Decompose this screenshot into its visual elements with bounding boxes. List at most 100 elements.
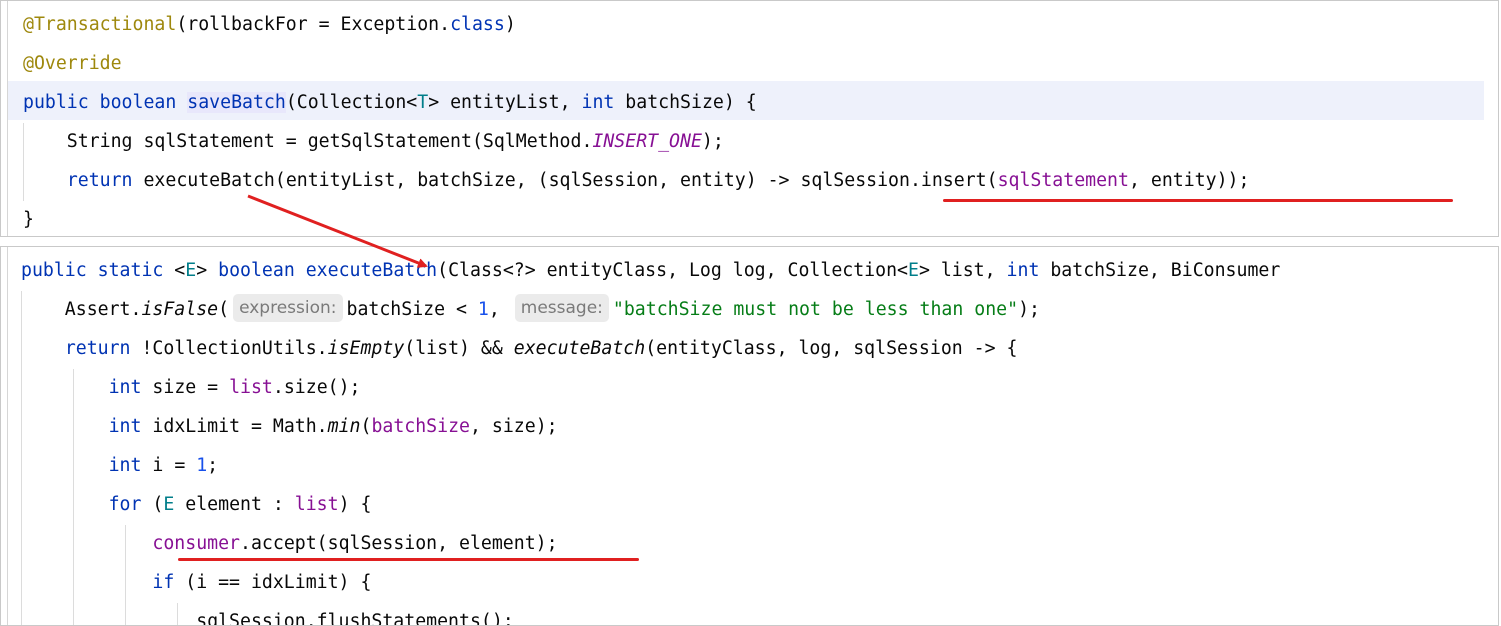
code-line: String sqlStatement = getSqlStatement(Sq…: [23, 122, 724, 161]
code-token: min: [327, 416, 361, 437]
code-token: idxLimit = Math.: [141, 416, 328, 437]
code-token: , entity));: [1128, 170, 1250, 191]
parameter-hint: expression:: [233, 294, 343, 322]
code-token: batchSize: [371, 416, 470, 437]
code-token: i =: [141, 455, 197, 476]
code-token: T: [417, 92, 429, 113]
code-token: saveBatch: [187, 92, 286, 113]
underline-annotation: [943, 199, 1453, 202]
code-token: }: [23, 209, 34, 230]
code-line: int size = list.size();: [21, 368, 361, 407]
gutter-edge: [7, 247, 8, 625]
code-token: > list,: [918, 260, 1007, 281]
code-token: E: [185, 260, 197, 281]
code-token: batchSize) {: [614, 92, 757, 113]
code-token: @Override: [23, 53, 122, 74]
code-token: (i == idxLimit) {: [174, 572, 372, 593]
indent-guide: [23, 123, 24, 201]
code-token: 1: [196, 455, 208, 476]
code-token: list: [229, 377, 273, 398]
code-token: "batchSize must not be less than one": [612, 299, 1019, 320]
code-line: return !CollectionUtils.isEmpty(list) &&…: [21, 329, 1018, 368]
code-token: ): [504, 14, 516, 35]
code-line: Assert.isFalse(expression: batchSize < 1,…: [21, 290, 1040, 329]
code-token: if: [152, 572, 175, 593]
code-token: > entityList,: [428, 92, 582, 113]
code-token: executeBatch(entityList, batchSize, (sql…: [132, 170, 998, 191]
indent-guide: [177, 603, 178, 625]
code-token: sqlSession.flushStatements();: [21, 611, 514, 626]
code-token: public: [23, 92, 89, 113]
code-token: Assert.: [21, 299, 142, 320]
code-token: batchSize, BiConsumer: [1039, 260, 1281, 281]
code-token: int: [108, 377, 142, 398]
code-token: for: [108, 494, 142, 515]
code-token: int: [108, 455, 142, 476]
code-token: ,: [488, 299, 511, 320]
code-token: E: [163, 494, 175, 515]
code-token: consumer: [152, 533, 241, 554]
code-token: executeBatch: [305, 260, 438, 281]
code-token: 1: [477, 299, 489, 320]
code-panel-savebatch: @Transactional(rollbackFor = Exception.c…: [0, 0, 1499, 237]
code-token: public: [21, 260, 87, 281]
code-token: (rollbackFor = Exception.: [176, 14, 451, 35]
code-token: isEmpty: [327, 338, 405, 359]
code-panel-executebatch: public static <E> boolean executeBatch(C…: [0, 246, 1499, 626]
code-token: INSERT_ONE: [592, 131, 702, 152]
underline-annotation: [178, 558, 639, 561]
code-token: int: [1006, 260, 1040, 281]
code-token: (: [218, 299, 230, 320]
code-token: (list) &&: [404, 338, 514, 359]
code-line: public static <E> boolean executeBatch(C…: [21, 251, 1280, 290]
code-token: int: [581, 92, 615, 113]
parameter-hint: message:: [514, 294, 609, 322]
code-token: (: [141, 494, 164, 515]
code-token: >: [196, 260, 219, 281]
code-token: .size();: [272, 377, 361, 398]
code-token: (Class<?> entityClass, Log log, Collecti…: [437, 260, 908, 281]
code-line: return executeBatch(entityList, batchSiz…: [23, 161, 1250, 200]
code-token: executeBatch: [513, 338, 646, 359]
indent-guide: [73, 369, 74, 625]
code-token: batchSize <: [346, 299, 478, 320]
code-line: @Override: [23, 44, 122, 83]
code-line: int i = 1;: [21, 446, 219, 485]
code-token: !CollectionUtils.: [130, 338, 328, 359]
code-token: ;: [207, 455, 219, 476]
code-token: element :: [174, 494, 295, 515]
code-line: sqlSession.flushStatements();: [21, 602, 514, 626]
code-token: return: [64, 338, 131, 359]
code-token: list: [294, 494, 339, 515]
code-token: isFalse: [141, 299, 219, 320]
code-token: , size);: [470, 416, 558, 437]
code-line: int idxLimit = Math.min(batchSize, size)…: [21, 407, 558, 446]
code-token: boolean: [99, 92, 177, 113]
code-token: boolean: [218, 260, 295, 281]
code-line: }: [23, 200, 34, 236]
code-token: );: [1018, 299, 1040, 320]
code-token: class: [450, 14, 505, 35]
code-token: ) {: [338, 494, 372, 515]
code-token: return: [66, 170, 133, 191]
indent-guide: [21, 291, 22, 625]
code-token: @Transactional: [23, 14, 177, 35]
code-token: static: [97, 260, 164, 281]
code-line: public boolean saveBatch(Collection<T> e…: [23, 83, 757, 122]
code-token: (: [360, 416, 372, 437]
code-token: E: [907, 260, 919, 281]
code-token: (entityClass, log, sqlSession -> {: [645, 338, 1018, 359]
code-token: .accept(sqlSession, element);: [240, 533, 558, 554]
